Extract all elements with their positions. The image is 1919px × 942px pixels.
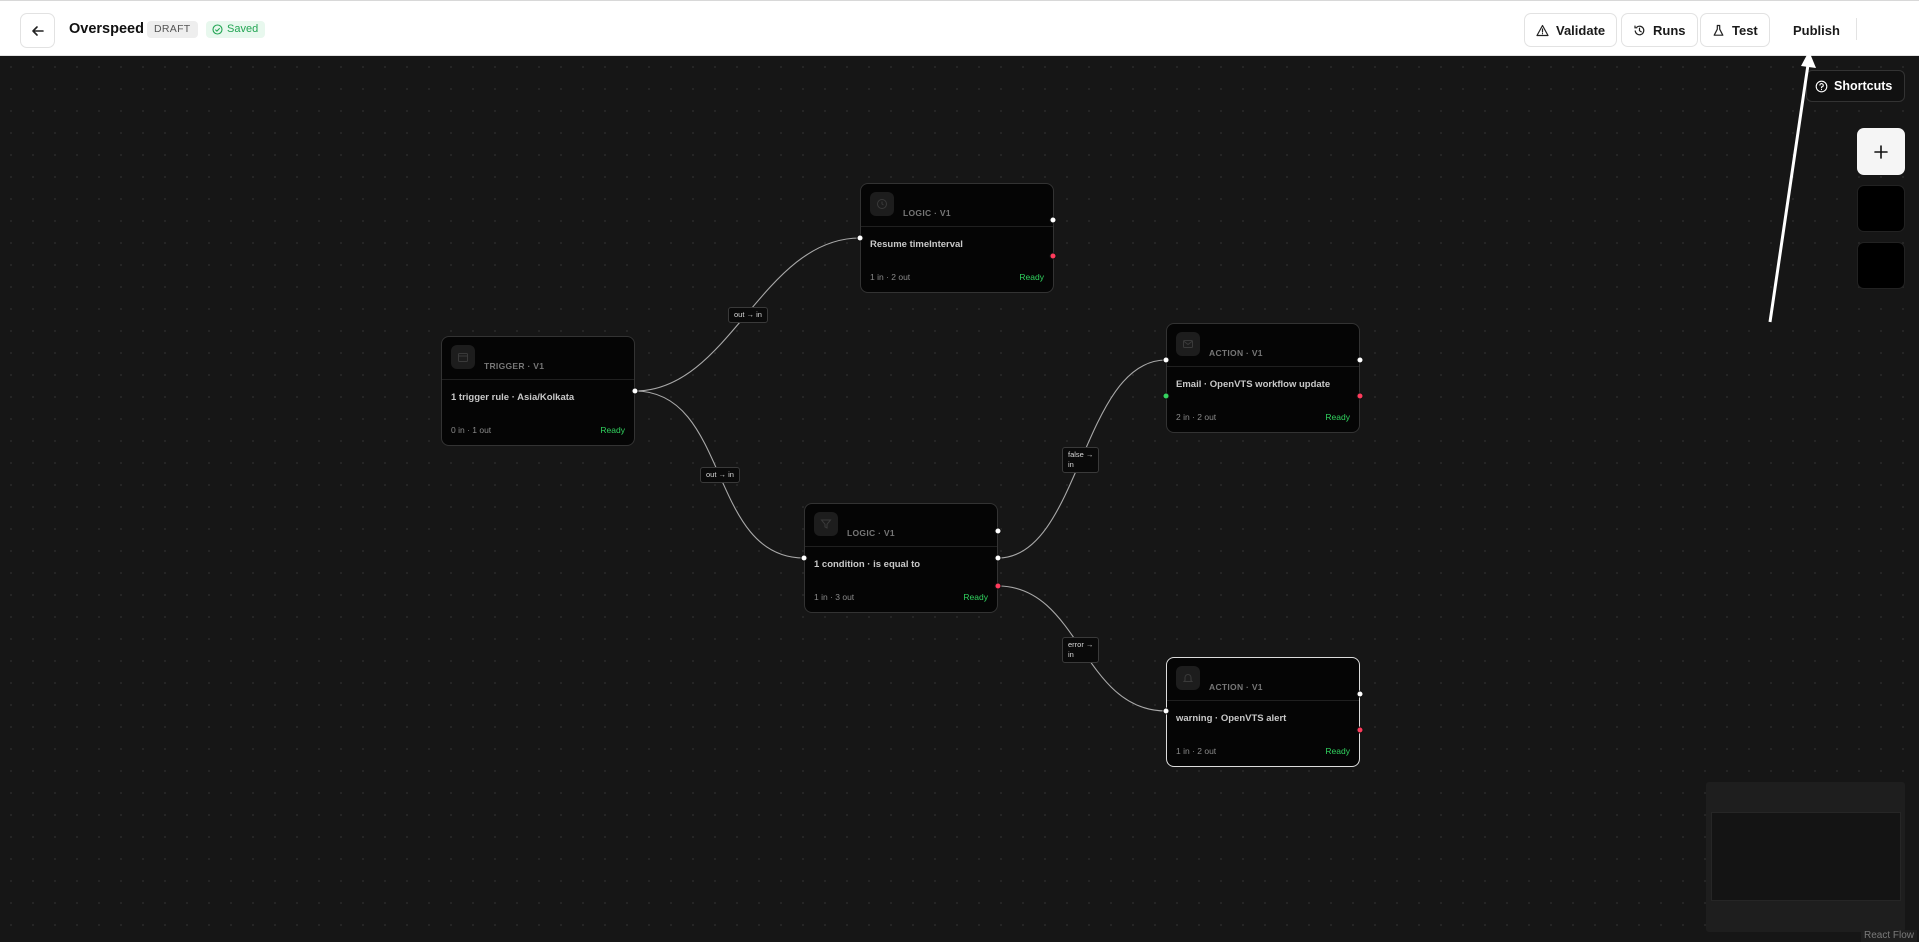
condition-true-handle[interactable] (994, 527, 1002, 535)
validate-button[interactable]: Validate (1524, 13, 1618, 47)
arrow-left-icon (31, 25, 44, 36)
warning-output-handle[interactable] (1356, 690, 1364, 698)
shortcuts-button[interactable]: Shortcuts (1806, 70, 1905, 102)
node-io-count: 1 in · 3 out (814, 592, 855, 602)
node-logic-resume[interactable]: LOGIC · V1 Resume timeInterval 1 in · 2 … (860, 183, 1054, 293)
node-header: TRIGGER · V1 (442, 337, 634, 380)
email-error-handle[interactable] (1356, 392, 1364, 400)
edge-label-trigger-resume[interactable]: out → in (728, 307, 768, 323)
plus-icon (1874, 144, 1888, 159)
clock-icon (870, 192, 894, 216)
canvas-control-button-2[interactable] (1857, 185, 1905, 232)
email-input-handle[interactable] (1162, 356, 1170, 364)
resume-error-handle[interactable] (1049, 252, 1057, 260)
condition-error-handle[interactable] (994, 582, 1002, 590)
node-title: Email · OpenVTS workflow update (1176, 379, 1331, 390)
node-header: ACTION · V1 (1167, 324, 1359, 367)
warning-triangle-icon (1536, 24, 1549, 36)
publish-label: Publish (1793, 22, 1840, 38)
test-label: Test (1732, 22, 1758, 38)
publish-button[interactable]: Publish (1781, 13, 1852, 47)
node-action-email[interactable]: ACTION · V1 Email · OpenVTS workflow upd… (1166, 323, 1360, 433)
flow-canvas[interactable]: out → in out → in false → in error → in … (0, 56, 1919, 942)
node-kind: TRIGGER · V1 (484, 361, 545, 371)
back-button[interactable] (20, 13, 55, 48)
condition-false-handle[interactable] (994, 554, 1002, 562)
node-title: 1 trigger rule · Asia/Kolkata (451, 392, 575, 403)
edge-label-condition-warning[interactable]: error → in (1062, 637, 1100, 663)
node-header: LOGIC · V1 (805, 504, 997, 547)
minimap[interactable] (1706, 782, 1905, 932)
node-kind: ACTION · V1 (1209, 682, 1263, 692)
calendar-icon (451, 345, 475, 369)
node-status: Ready (600, 425, 625, 435)
test-button[interactable]: Test (1700, 13, 1770, 47)
history-icon (1634, 25, 1645, 35)
validate-label: Validate (1556, 22, 1606, 38)
node-kind: LOGIC · V1 (847, 528, 895, 538)
node-header: LOGIC · V1 (861, 184, 1053, 227)
node-io-count: 2 in · 2 out (1176, 412, 1217, 422)
toolbar-divider (1856, 18, 1857, 40)
saved-status-badge: Saved (206, 21, 266, 38)
node-io-count: 1 in · 2 out (1176, 746, 1217, 756)
top-toolbar: Overspeed DRAFT Saved Validate Runs Test… (0, 0, 1919, 56)
node-logic-condition[interactable]: LOGIC · V1 1 condition · is equal to 1 i… (804, 503, 998, 613)
node-status: Ready (1325, 412, 1350, 422)
node-io-count: 1 in · 2 out (870, 272, 911, 282)
node-title: 1 condition · is equal to (814, 559, 921, 570)
runs-label: Runs (1653, 22, 1686, 38)
resume-input-handle[interactable] (856, 234, 864, 242)
saved-label: Saved (227, 23, 259, 35)
warning-input-handle[interactable] (1162, 707, 1170, 715)
node-kind: LOGIC · V1 (903, 208, 951, 218)
runs-button[interactable]: Runs (1621, 13, 1698, 47)
edge-label-condition-email[interactable]: false → in (1062, 447, 1100, 473)
node-title: warning · OpenVTS alert (1176, 713, 1287, 724)
node-title: Resume timeInterval (870, 239, 963, 250)
shortcuts-label: Shortcuts (1834, 79, 1893, 93)
node-io-count: 0 in · 1 out (451, 425, 492, 435)
bell-icon (1176, 666, 1200, 690)
flask-icon (1713, 24, 1724, 36)
node-status: Ready (1019, 272, 1044, 282)
email-secondary-input-handle[interactable] (1162, 392, 1170, 400)
condition-input-handle[interactable] (800, 554, 808, 562)
mail-icon (1176, 332, 1200, 356)
workflow-title: Overspeed (69, 21, 144, 37)
draft-status-badge: DRAFT (147, 21, 198, 38)
node-action-warning[interactable]: ACTION · V1 warning · OpenVTS alert 1 in… (1166, 657, 1360, 767)
resume-output-handle[interactable] (1049, 216, 1057, 224)
warning-error-handle[interactable] (1356, 726, 1364, 734)
check-circle-icon (212, 24, 223, 35)
minimap-viewport[interactable] (1711, 812, 1901, 901)
node-header: ACTION · V1 (1167, 658, 1359, 701)
edge-label-trigger-condition[interactable]: out → in (700, 467, 740, 483)
node-status: Ready (1325, 746, 1350, 756)
email-output-handle[interactable] (1356, 356, 1364, 364)
canvas-control-button-3[interactable] (1857, 242, 1905, 289)
add-node-button[interactable] (1857, 128, 1905, 175)
node-status: Ready (963, 592, 988, 602)
help-circle-icon (1815, 80, 1828, 92)
react-flow-attribution[interactable]: React Flow (1861, 930, 1918, 942)
trigger-output-handle[interactable] (631, 387, 639, 395)
node-kind: ACTION · V1 (1209, 348, 1263, 358)
node-trigger[interactable]: TRIGGER · V1 1 trigger rule · Asia/Kolka… (441, 336, 635, 446)
filter-icon (814, 512, 838, 536)
